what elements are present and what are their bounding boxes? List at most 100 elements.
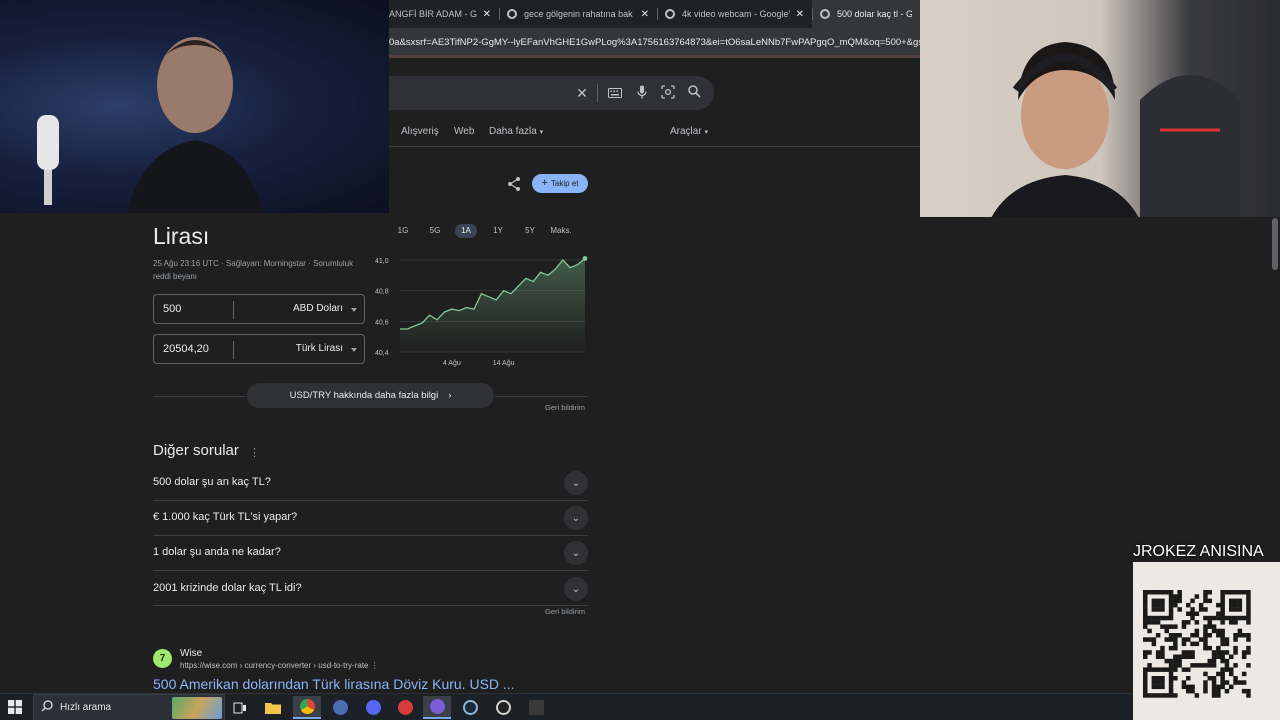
qr-module bbox=[1173, 658, 1178, 664]
tab-close-icon[interactable]: ✕ bbox=[796, 9, 804, 20]
rate-chart[interactable]: 41,0 40,8 40,6 40,4 4 Ağu 14 Ağu bbox=[370, 250, 595, 370]
faq-question[interactable]: 500 dolar şu an kaç TL? bbox=[153, 476, 271, 488]
qr-module bbox=[1181, 637, 1187, 642]
qr-module bbox=[1233, 602, 1238, 608]
range-1a[interactable]: 1A bbox=[455, 224, 477, 238]
tab-more[interactable]: Daha fazla ▾ bbox=[489, 126, 543, 137]
search-input[interactable]: ✕ bbox=[389, 76, 714, 110]
qr-module bbox=[1203, 598, 1208, 604]
qr-module bbox=[1173, 637, 1178, 642]
qr-module bbox=[1220, 654, 1225, 659]
from-amount-field[interactable]: 500 ABD Doları bbox=[153, 294, 365, 324]
qr-module bbox=[1143, 684, 1148, 690]
more-info-button[interactable]: USD/TRY hakkında daha fazla bilgi › bbox=[247, 383, 494, 408]
qr-module bbox=[1147, 637, 1152, 642]
range-1g[interactable]: 1G bbox=[393, 224, 413, 238]
qr-module bbox=[1194, 663, 1200, 668]
qr-module bbox=[1237, 680, 1243, 685]
file-explorer-icon[interactable] bbox=[259, 696, 287, 719]
from-currency-select[interactable]: ABD Doları bbox=[293, 303, 343, 314]
app-icon[interactable] bbox=[489, 696, 517, 719]
qr-module bbox=[1160, 650, 1165, 655]
qr-module bbox=[1224, 663, 1230, 668]
to-amount-field[interactable]: 20504,20 Türk Lirası bbox=[153, 334, 365, 364]
share-icon[interactable] bbox=[506, 176, 522, 192]
range-max[interactable]: Maks. bbox=[548, 224, 574, 238]
qr-module bbox=[1151, 602, 1157, 608]
result-url[interactable]: https://wise.com › currency-converter › … bbox=[180, 661, 379, 670]
chevron-down-icon[interactable]: ⌄ bbox=[564, 471, 588, 495]
google-favicon-icon bbox=[820, 9, 830, 19]
browser-tab[interactable]: 4k video webcam - Google'da A ✕ bbox=[657, 0, 812, 28]
range-5g[interactable]: 5G bbox=[425, 224, 445, 238]
range-5y[interactable]: 5Y bbox=[520, 224, 540, 238]
x-tick-label: 4 Ağu bbox=[443, 360, 461, 367]
feedback-link[interactable]: Geri bildirim bbox=[545, 607, 585, 616]
qr-module bbox=[1246, 693, 1251, 698]
browser-tab-active[interactable]: 500 dolar kaç tl - Google bbox=[812, 0, 920, 28]
faq-question[interactable]: 1 dolar şu anda ne kadar? bbox=[153, 546, 281, 558]
to-currency-select[interactable]: Türk Lirası bbox=[296, 343, 343, 354]
more-options-icon[interactable]: ⋮ bbox=[249, 446, 260, 459]
search-tabs: Alışveriş Web Daha fazla ▾ Araçlar ▾ bbox=[389, 126, 719, 140]
qr-module bbox=[1147, 667, 1152, 672]
tools-button[interactable]: Araçlar ▾ bbox=[670, 126, 708, 137]
qr-module bbox=[1198, 602, 1204, 608]
tab-web[interactable]: Web bbox=[454, 126, 474, 137]
qr-module bbox=[1143, 607, 1148, 612]
qr-module bbox=[1164, 637, 1169, 642]
taskbar-search[interactable]: Hızlı arama bbox=[33, 694, 225, 720]
lens-camera-icon[interactable] bbox=[660, 85, 676, 101]
qr-module bbox=[1181, 624, 1187, 629]
keyboard-icon[interactable] bbox=[607, 85, 623, 101]
chevron-down-icon[interactable]: ⌄ bbox=[564, 541, 588, 565]
qr-module bbox=[1151, 680, 1157, 685]
search-icon[interactable] bbox=[686, 85, 702, 101]
chevron-down-icon[interactable]: ⌄ bbox=[564, 506, 588, 530]
qr-module bbox=[1186, 654, 1191, 659]
task-view-icon[interactable] bbox=[226, 696, 254, 719]
qr-module bbox=[1155, 602, 1161, 608]
windows-start-icon[interactable] bbox=[8, 700, 22, 714]
qr-module bbox=[1173, 641, 1178, 647]
tab-close-icon[interactable]: ✕ bbox=[483, 9, 491, 20]
faq-question[interactable]: 2001 krizinde dolar kaç TL idi? bbox=[153, 582, 302, 594]
qr-module bbox=[1168, 667, 1174, 672]
qr-module bbox=[1207, 624, 1212, 629]
chrome-icon[interactable] bbox=[293, 696, 321, 719]
follow-button[interactable]: + Takip et bbox=[532, 174, 588, 193]
feedback-link[interactable]: Geri bildirim bbox=[545, 403, 585, 412]
result-title-link[interactable]: 500 Amerikan dolarından Türk lirasına Dö… bbox=[153, 676, 515, 692]
address-bar[interactable]: 0a&sxsrf=AE3TifNP2-GgMY--lyEFanVhGHE1GwP… bbox=[389, 28, 948, 58]
qr-module bbox=[1220, 598, 1225, 604]
qr-module bbox=[1160, 624, 1165, 629]
chevron-down-icon[interactable]: ⌄ bbox=[564, 577, 588, 601]
qr-module bbox=[1229, 602, 1234, 608]
qr-module bbox=[1143, 615, 1148, 621]
range-1y[interactable]: 1Y bbox=[488, 224, 508, 238]
qr-module bbox=[1186, 688, 1191, 694]
app-icon[interactable] bbox=[391, 696, 419, 719]
discord-icon[interactable] bbox=[359, 696, 387, 719]
tab-shopping[interactable]: Alışveriş bbox=[401, 126, 439, 137]
disclaimer-link[interactable]: reddi beyanı bbox=[153, 272, 197, 281]
qr-module bbox=[1177, 598, 1182, 604]
browser-tab[interactable]: gece gölgenin rahatına bak - Goo ✕ bbox=[499, 0, 657, 28]
from-amount-value[interactable]: 500 bbox=[163, 303, 181, 315]
currency-title: Lirası bbox=[153, 223, 210, 249]
scrollbar-thumb[interactable] bbox=[1272, 218, 1278, 270]
to-amount-value[interactable]: 20504,20 bbox=[163, 343, 209, 355]
qr-module bbox=[1246, 607, 1251, 612]
faq-question[interactable]: € 1.000 kaç Türk TL'si yapar? bbox=[153, 511, 297, 523]
divider bbox=[153, 605, 588, 606]
tab-close-icon[interactable]: ✕ bbox=[641, 9, 649, 20]
microphone-icon[interactable] bbox=[634, 85, 650, 101]
app-icon[interactable] bbox=[522, 696, 550, 719]
steam-icon[interactable] bbox=[456, 696, 484, 719]
app-icon[interactable] bbox=[423, 696, 451, 719]
app-icon[interactable] bbox=[326, 696, 354, 719]
result-site-name[interactable]: Wise bbox=[180, 648, 202, 659]
browser-tab[interactable]: ANGFİ BİR ADAM - Googl ✕ bbox=[389, 0, 499, 28]
more-options-icon[interactable]: ⋮ bbox=[371, 661, 379, 670]
clear-icon[interactable]: ✕ bbox=[574, 85, 590, 101]
